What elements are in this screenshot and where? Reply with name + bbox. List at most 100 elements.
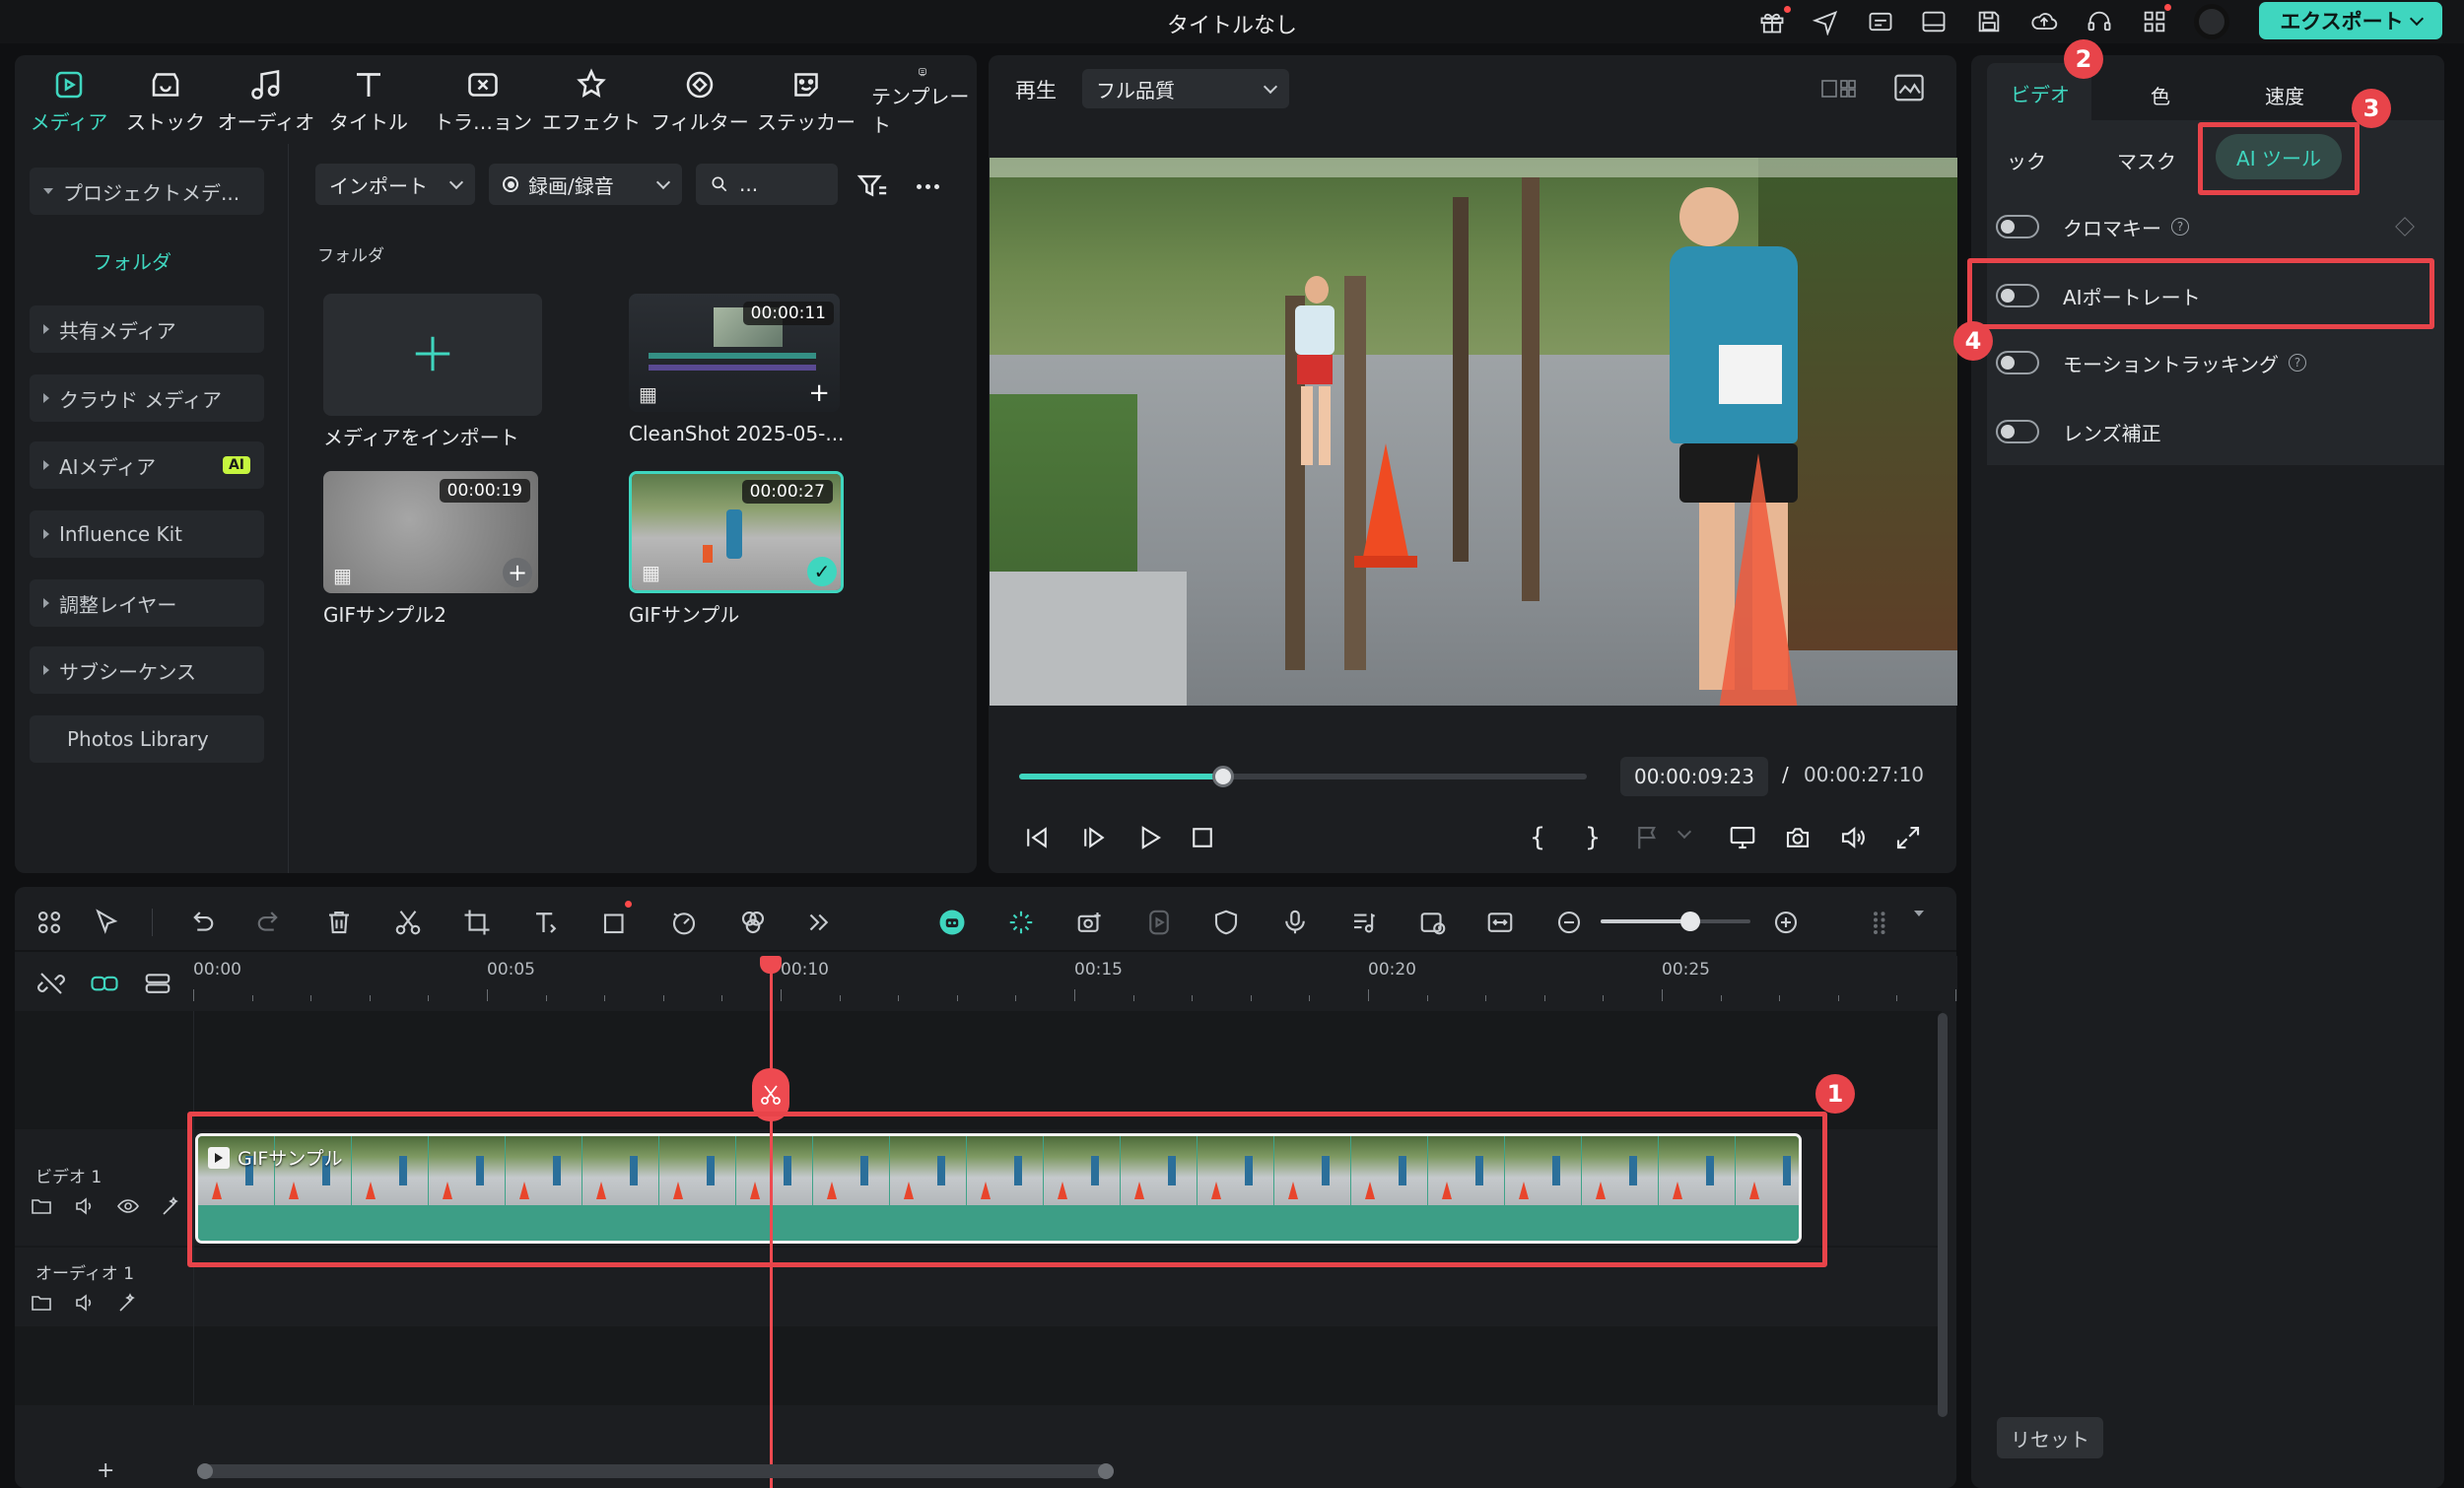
filter-sort-icon[interactable] (856, 169, 889, 203)
camera-record-icon[interactable] (1068, 901, 1112, 944)
nav-template[interactable]: テンプレート (871, 67, 974, 138)
shape-icon[interactable] (593, 901, 637, 944)
vertical-scrollbar[interactable] (1938, 1013, 1948, 1417)
storyboard-icon[interactable] (1411, 901, 1455, 944)
sidebar-item-project-media[interactable]: プロジェクトメデ... (30, 168, 264, 215)
caret-down-icon[interactable] (1914, 911, 1924, 916)
volume-icon[interactable] (1833, 818, 1873, 857)
playhead-handle[interactable] (759, 956, 782, 974)
subtitle-icon[interactable] (1865, 6, 1896, 37)
add-to-timeline-icon[interactable]: + (808, 378, 830, 408)
current-time[interactable]: 00:00:09:23 (1620, 757, 1768, 796)
save-icon[interactable] (1973, 6, 2005, 37)
nav-title[interactable]: タイトル (317, 67, 420, 138)
cloud-upload-icon[interactable] (2028, 6, 2060, 37)
play-icon[interactable] (1129, 818, 1169, 857)
sidebar-item-influence-kit[interactable]: Influence Kit (30, 510, 264, 558)
headset-icon[interactable] (2084, 6, 2115, 37)
mark-in-icon[interactable]: { (1518, 818, 1557, 857)
zoom-slider-track[interactable] (1601, 919, 1750, 923)
sidebar-item-photos-library[interactable]: Photos Library (30, 715, 264, 763)
add-to-timeline-icon[interactable]: + (503, 558, 532, 587)
gift-icon[interactable] (1756, 6, 1788, 37)
motion-tracking-toggle[interactable] (1996, 351, 2039, 374)
media-thumb-gif-sample2[interactable]: 00:00:19 ▦ + (323, 471, 538, 593)
more-tools-icon[interactable] (796, 901, 840, 944)
shield-icon[interactable] (1204, 901, 1248, 944)
volume-icon[interactable] (73, 1194, 97, 1218)
tab-speed[interactable]: 速度 (2265, 81, 2304, 109)
send-icon[interactable] (1810, 6, 1841, 37)
nav-sticker[interactable]: ステッカー (755, 67, 857, 138)
zoom-in-icon[interactable] (1764, 901, 1808, 944)
marker-flag-icon[interactable] (1628, 818, 1668, 857)
grid-view-icon[interactable] (1821, 75, 1857, 106)
chevron-down-icon[interactable] (1677, 824, 1692, 840)
link-icon[interactable] (83, 962, 126, 1005)
redo-icon[interactable] (248, 901, 292, 944)
fullscreen-icon[interactable] (1888, 818, 1928, 857)
nav-filter[interactable]: フィルター (649, 67, 751, 138)
apps-grid-icon[interactable] (2139, 6, 2170, 37)
media-thumb-cleanshot[interactable]: 00:00:11 ▦ + (629, 294, 840, 412)
prev-frame-icon[interactable] (1017, 818, 1057, 857)
eye-icon[interactable] (116, 1194, 140, 1218)
sidebar-item-cloud-media[interactable]: クラウド メディア (30, 374, 264, 422)
sidebar-item-folder[interactable]: フォルダ (93, 246, 171, 275)
avatar[interactable] (2194, 4, 2229, 39)
stop-icon[interactable] (1183, 818, 1222, 857)
sidebar-item-ai-media[interactable]: AIメディア AI (30, 441, 264, 489)
undo-icon[interactable] (179, 901, 223, 944)
sidebar-item-adjustment-layer[interactable]: 調整レイヤー (30, 579, 264, 627)
folder-icon[interactable] (30, 1194, 53, 1218)
ai-robot-icon[interactable] (930, 901, 974, 944)
more-options-icon[interactable] (911, 169, 944, 203)
magic-wand-icon[interactable] (160, 1194, 183, 1218)
reset-button[interactable]: リセット (1997, 1417, 2103, 1458)
layout-grid-icon[interactable] (28, 901, 71, 944)
export-button[interactable]: エクスポート (2259, 2, 2442, 39)
nav-effect[interactable]: エフェクト (540, 67, 643, 138)
add-track-icon[interactable]: + (97, 1458, 114, 1483)
help-icon[interactable]: ? (2289, 354, 2306, 372)
sidebar-item-subsequence[interactable]: サブシーケンス (30, 646, 264, 694)
lens-correction-toggle[interactable] (1996, 420, 2039, 443)
magic-wand-icon[interactable] (116, 1291, 140, 1315)
import-media-tile[interactable] (323, 294, 542, 416)
unlink-icon[interactable] (30, 962, 73, 1005)
select-tool-icon[interactable] (85, 901, 128, 944)
folder-icon[interactable] (30, 1291, 53, 1315)
snapshot-camera-icon[interactable] (1778, 818, 1817, 857)
speed-ramp-icon[interactable] (662, 901, 706, 944)
chroma-key-toggle[interactable] (1996, 215, 2039, 238)
subtab-mask[interactable]: マスク (2117, 146, 2176, 174)
playback-progress-track[interactable] (1019, 774, 1587, 779)
split-scissors-icon[interactable] (386, 901, 430, 944)
crop-icon[interactable] (455, 901, 499, 944)
volume-icon[interactable] (73, 1291, 97, 1315)
text-tool-icon[interactable] (524, 901, 568, 944)
layout-icon[interactable] (1918, 6, 1950, 37)
horizontal-scrollbar[interactable] (197, 1463, 1114, 1479)
zoom-out-icon[interactable] (1547, 901, 1591, 944)
track-grid-icon[interactable] (1859, 901, 1902, 944)
media-thumb-gif-sample[interactable]: 00:00:27 ▦ ✓ (629, 471, 844, 593)
keyframe-diamond-icon[interactable] (2395, 217, 2415, 237)
auto-reframe-icon[interactable] (1137, 901, 1181, 944)
search-input[interactable]: ... (696, 164, 838, 205)
help-icon[interactable]: ? (2171, 218, 2189, 236)
mark-out-icon[interactable]: } (1573, 818, 1612, 857)
audio-list-icon[interactable] (1342, 901, 1386, 944)
nav-media[interactable]: メディア (18, 67, 120, 138)
subtab-track[interactable]: ック (2007, 146, 2046, 174)
track-manager-icon[interactable] (136, 962, 179, 1005)
record-dropdown[interactable]: 録画/録音 (489, 164, 682, 205)
quality-dropdown[interactable]: フル品質 (1082, 69, 1289, 108)
nav-stock[interactable]: ストック (114, 67, 217, 138)
display-icon[interactable] (1723, 818, 1762, 857)
fit-width-icon[interactable] (1478, 901, 1522, 944)
auto-highlight-icon[interactable] (999, 901, 1043, 944)
delete-icon[interactable] (317, 901, 361, 944)
import-dropdown[interactable]: インポート (315, 164, 475, 205)
sidebar-item-shared-media[interactable]: 共有メディア (30, 305, 264, 353)
